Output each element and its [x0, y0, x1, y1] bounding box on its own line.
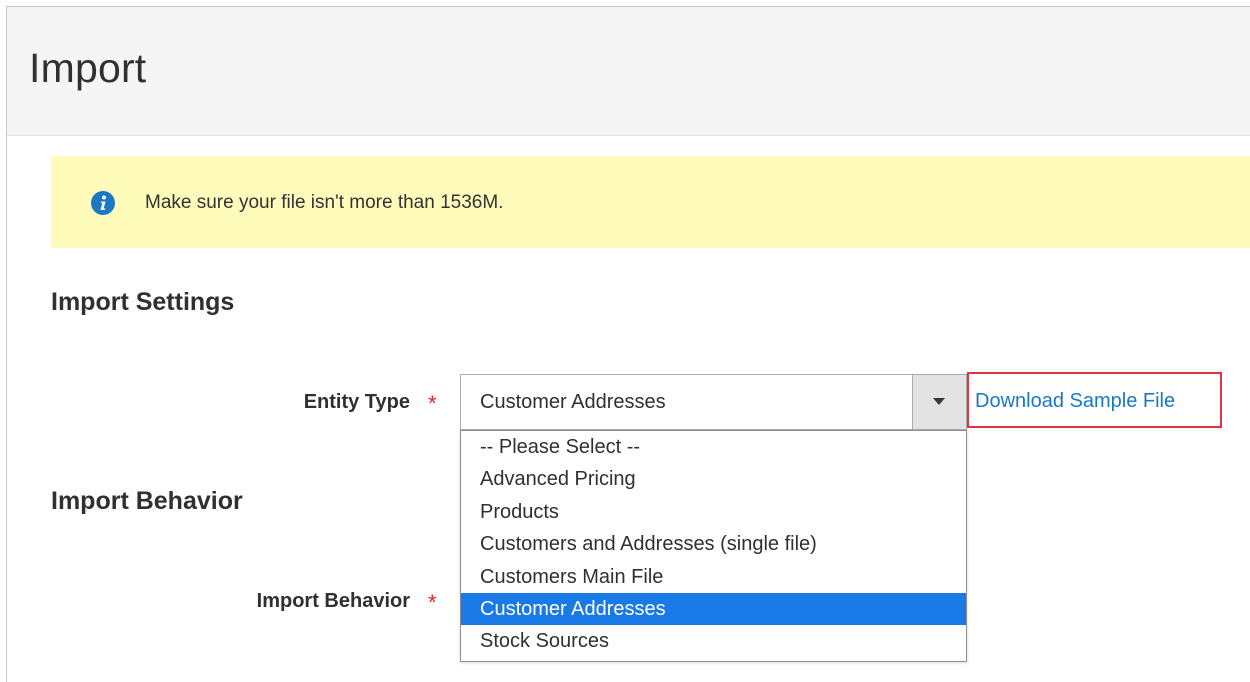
entity-type-select[interactable]: Customer Addresses — [460, 374, 967, 430]
page-title: Import — [29, 45, 147, 91]
import-behavior-label: Import Behavior — [256, 590, 410, 612]
entity-type-option[interactable]: Customers and Addresses (single file) — [461, 528, 966, 560]
file-size-notice: Make sure your file isn't more than 1536… — [51, 156, 1250, 248]
entity-type-option[interactable]: Advanced Pricing — [461, 463, 966, 495]
import-behavior-heading: Import Behavior — [51, 487, 243, 515]
entity-type-label: Entity Type — [303, 391, 410, 413]
download-sample-highlight: Download Sample File — [967, 372, 1222, 428]
entity-type-options-list[interactable]: -- Please Select -- Advanced Pricing Pro… — [460, 430, 967, 662]
page-header: Import — [7, 7, 1250, 136]
entity-type-option[interactable]: Customers Main File — [461, 561, 966, 593]
required-marker: * — [428, 391, 437, 416]
entity-type-option[interactable]: Products — [461, 496, 966, 528]
entity-type-option[interactable]: -- Please Select -- — [461, 431, 966, 463]
required-marker: * — [428, 590, 437, 615]
entity-type-selected-value: Customer Addresses — [480, 391, 666, 413]
import-settings-heading: Import Settings — [51, 288, 235, 316]
notice-text: Make sure your file isn't more than 1536… — [145, 192, 504, 213]
info-icon — [91, 191, 115, 215]
chevron-down-icon[interactable] — [912, 375, 966, 429]
entity-type-option[interactable]: Stock Sources — [461, 625, 966, 657]
entity-type-option-selected[interactable]: Customer Addresses — [461, 593, 966, 626]
download-sample-file-link[interactable]: Download Sample File — [975, 390, 1175, 413]
